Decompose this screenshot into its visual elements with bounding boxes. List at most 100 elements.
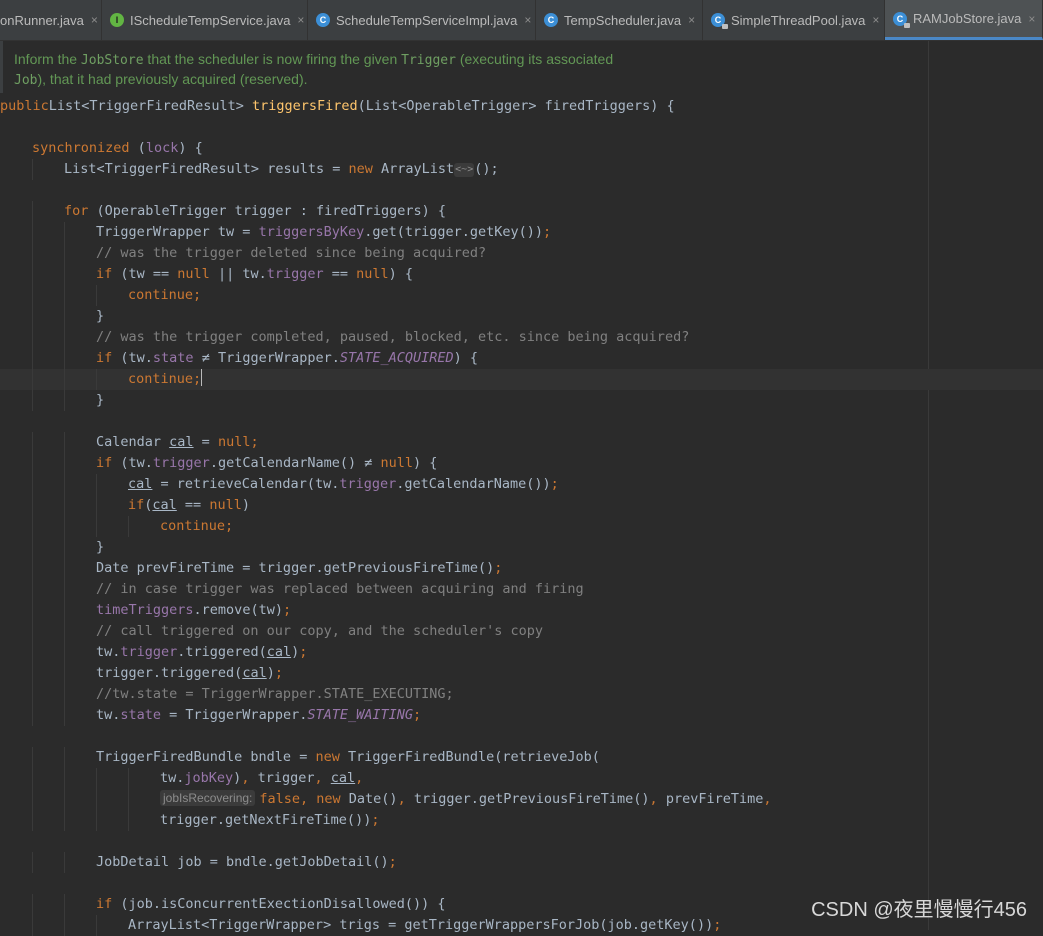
code-token: (List<OperableTrigger> firedTriggers) { <box>357 98 675 114</box>
code-line[interactable]: } <box>0 306 1043 327</box>
indent-guide <box>64 894 65 915</box>
indent-guide <box>128 516 129 537</box>
code-token: continue; <box>160 518 234 534</box>
code-token: ) <box>241 497 250 513</box>
indent-guide <box>64 852 65 873</box>
code-line[interactable] <box>0 831 1043 852</box>
code-line[interactable]: List<TriggerFiredResult> results = new A… <box>0 159 1043 180</box>
indent-guide <box>32 159 33 180</box>
code-line[interactable]: continue; <box>0 516 1043 537</box>
close-tab-icon[interactable]: × <box>872 13 879 27</box>
code-line[interactable]: trigger.triggered(cal); <box>0 663 1043 684</box>
code-line[interactable] <box>0 873 1043 894</box>
close-tab-icon[interactable]: × <box>297 13 304 27</box>
tab-0[interactable]: onRunner.java × <box>0 0 102 40</box>
javadoc-line-2: Job), that it had previously acquired (r… <box>14 71 308 88</box>
code-line[interactable]: if (tw.trigger.getCalendarName() ≠ null)… <box>0 453 1043 474</box>
csdn-watermark: CSDN @夜里慢慢行456 <box>811 899 1027 921</box>
code-token: false, new <box>259 791 349 807</box>
code-line[interactable]: // call triggered on our copy, and the s… <box>0 621 1043 642</box>
code-line[interactable]: } <box>0 390 1043 411</box>
code-token: // was the trigger deleted since being a… <box>96 245 487 261</box>
indent-guide <box>32 579 33 600</box>
code-line[interactable]: // was the trigger completed, paused, bl… <box>0 327 1043 348</box>
code-token: //tw.state = TriggerWrapper.STATE_EXECUT… <box>96 686 454 702</box>
code-token: tw. <box>96 644 121 660</box>
code-token: } <box>96 539 105 555</box>
tab-4[interactable]: C SimpleThreadPool.java × <box>703 0 885 40</box>
tab-5[interactable]: C RAMJobStore.java × <box>885 0 1043 40</box>
tab-2[interactable]: C ScheduleTempServiceImpl.java × <box>308 0 536 40</box>
code-line[interactable]: if (tw.state ≠ TriggerWrapper.STATE_ACQU… <box>0 348 1043 369</box>
code-line[interactable]: // in case trigger was replaced between … <box>0 579 1043 600</box>
code-token: ≠ TriggerWrapper. <box>201 350 340 366</box>
close-tab-icon[interactable]: × <box>91 13 98 27</box>
code-line[interactable]: synchronized (lock) { <box>0 138 1043 159</box>
close-tab-icon[interactable]: × <box>1028 12 1035 26</box>
code-line[interactable]: tw.state = TriggerWrapper.STATE_WAITING; <box>0 705 1043 726</box>
indent-guide <box>32 747 33 768</box>
code-line[interactable]: publicList<TriggerFiredResult> triggersF… <box>0 96 1043 117</box>
class-file-icon: C <box>316 13 330 27</box>
indent-guide <box>64 558 65 579</box>
indent-guide <box>64 663 65 684</box>
code-line[interactable]: cal = retrieveCalendar(tw.trigger.getCal… <box>0 474 1043 495</box>
indent-guide <box>64 453 65 474</box>
code-token: null <box>380 455 414 471</box>
code-token: == <box>331 266 357 282</box>
indent-guide <box>96 474 97 495</box>
code-line[interactable]: //tw.state = TriggerWrapper.STATE_EXECUT… <box>0 684 1043 705</box>
indent-guide <box>64 369 65 390</box>
code-line[interactable] <box>0 117 1043 138</box>
code-line[interactable] <box>0 726 1043 747</box>
code-token: if <box>128 497 145 513</box>
indent-guide <box>96 789 97 810</box>
code-token: .getCalendarName() ≠ <box>209 455 381 471</box>
text-caret <box>201 369 203 386</box>
indent-guide <box>64 915 65 936</box>
code-token: new <box>348 161 381 177</box>
code-line[interactable]: Date prevFireTime = trigger.getPreviousF… <box>0 558 1043 579</box>
indent-guide <box>32 537 33 558</box>
code-token: List<TriggerFiredResult> <box>48 98 252 114</box>
code-token: , <box>649 791 666 807</box>
code-token: .remove(tw) <box>193 602 283 618</box>
code-token: // call triggered on our copy, and the s… <box>96 623 544 639</box>
code-line[interactable]: if(cal == null) <box>0 495 1043 516</box>
code-line[interactable]: tw.jobKey), trigger, cal, <box>0 768 1043 789</box>
close-tab-icon[interactable]: × <box>524 13 531 27</box>
code-token: ArrayList <box>381 161 455 177</box>
code-line[interactable] <box>0 180 1043 201</box>
code-line[interactable]: TriggerFiredBundle bndle = new TriggerFi… <box>0 747 1043 768</box>
code-line[interactable]: continue; <box>0 285 1043 306</box>
tab-3[interactable]: C TempScheduler.java × <box>536 0 703 40</box>
indent-guide <box>64 747 65 768</box>
current-code-line[interactable]: continue; <box>0 369 1043 390</box>
code-line[interactable]: jobIsRecovering: false, new Date(), trigg… <box>0 789 1043 810</box>
code-line[interactable]: TriggerWrapper tw = triggersByKey.get(tr… <box>0 222 1043 243</box>
indent-guide <box>96 915 97 936</box>
indent-guide <box>32 432 33 453</box>
code-line[interactable]: Calendar cal = null; <box>0 432 1043 453</box>
code-line[interactable]: // was the trigger deleted since being a… <box>0 243 1043 264</box>
code-line[interactable]: if (tw == null || tw.trigger == null) { <box>0 264 1043 285</box>
code-token: ) { <box>388 266 414 282</box>
code-line[interactable] <box>0 411 1043 432</box>
indent-guide <box>32 201 33 222</box>
rendered-javadoc: Inform the JobStore that the scheduler i… <box>14 50 634 90</box>
code-token: ; <box>713 917 722 933</box>
code-line[interactable]: for (OperableTrigger trigger : firedTrig… <box>0 201 1043 222</box>
code-line[interactable]: } <box>0 537 1043 558</box>
tab-1[interactable]: I IScheduleTempService.java × <box>102 0 308 40</box>
close-tab-icon[interactable]: × <box>688 13 695 27</box>
indent-guide <box>32 348 33 369</box>
code-token: Calendar <box>96 434 170 450</box>
code-editor[interactable]: Inform the JobStore that the scheduler i… <box>0 41 1043 936</box>
code-line[interactable]: JobDetail job = bndle.getJobDetail(); <box>0 852 1043 873</box>
code-line[interactable]: timeTriggers.remove(tw); <box>0 600 1043 621</box>
code-line[interactable]: tw.trigger.triggered(cal); <box>0 642 1043 663</box>
code-line[interactable]: trigger.getNextFireTime()); <box>0 810 1043 831</box>
code-lines[interactable]: publicList<TriggerFiredResult> triggersF… <box>0 96 1043 936</box>
indent-guide <box>64 810 65 831</box>
indent-guide <box>64 243 65 264</box>
